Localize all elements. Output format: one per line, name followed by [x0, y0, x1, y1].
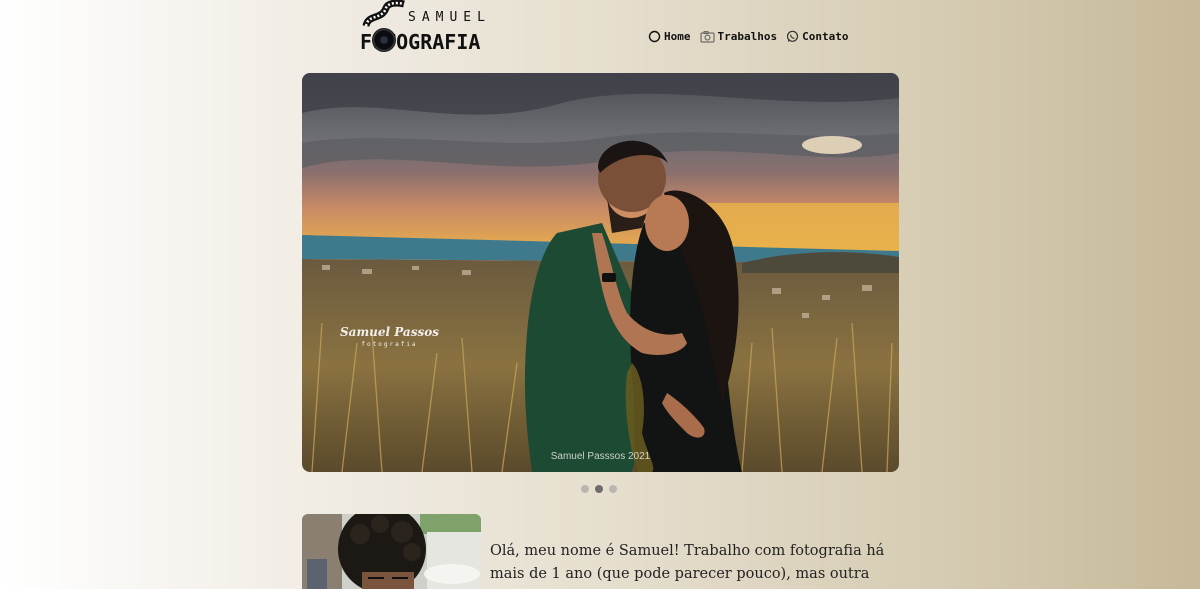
watermark-name: Samuel Passos — [340, 325, 439, 339]
nav-item-trabalhos[interactable]: Trabalhos — [700, 29, 778, 43]
watermark-subtitle: fotografia — [361, 341, 418, 348]
photo-carousel[interactable]: Samuel Passos fotografia Samuel Passsos … — [302, 73, 899, 472]
site-header: SAMUEL FOTOGRAFIA Home Trabalhos Contato — [0, 0, 1200, 64]
carousel-indicators — [581, 485, 617, 493]
nav-label-trabalhos: Trabalhos — [717, 29, 778, 43]
photo-watermark: Samuel Passos fotografia — [340, 325, 439, 348]
carousel-dot-2[interactable] — [595, 485, 603, 493]
about-text: Olá, meu nome é Samuel! Trabalho com fot… — [490, 543, 885, 582]
brand-logo[interactable]: SAMUEL FOTOGRAFIA — [358, 0, 513, 58]
carousel-photo — [302, 73, 899, 472]
brand-name-top: SAMUEL — [408, 10, 491, 25]
portrait-photo — [302, 514, 481, 589]
film-strip-icon — [362, 0, 405, 28]
nav-label-home: Home — [664, 29, 691, 43]
circle-icon — [648, 30, 661, 42]
camera-icon — [700, 30, 714, 42]
main-nav: Home Trabalhos Contato — [648, 27, 848, 45]
nav-item-home[interactable]: Home — [648, 30, 691, 43]
photo-caption: Samuel Passsos 2021 — [550, 451, 651, 462]
nav-item-contato[interactable]: Contato — [786, 30, 848, 43]
carousel-dot-3[interactable] — [609, 485, 617, 493]
whatsapp-icon — [787, 30, 799, 42]
about-portrait — [302, 514, 481, 589]
carousel-dot-1[interactable] — [581, 485, 589, 493]
nav-label-contato: Contato — [802, 29, 849, 43]
camera-lens-icon — [372, 28, 396, 52]
